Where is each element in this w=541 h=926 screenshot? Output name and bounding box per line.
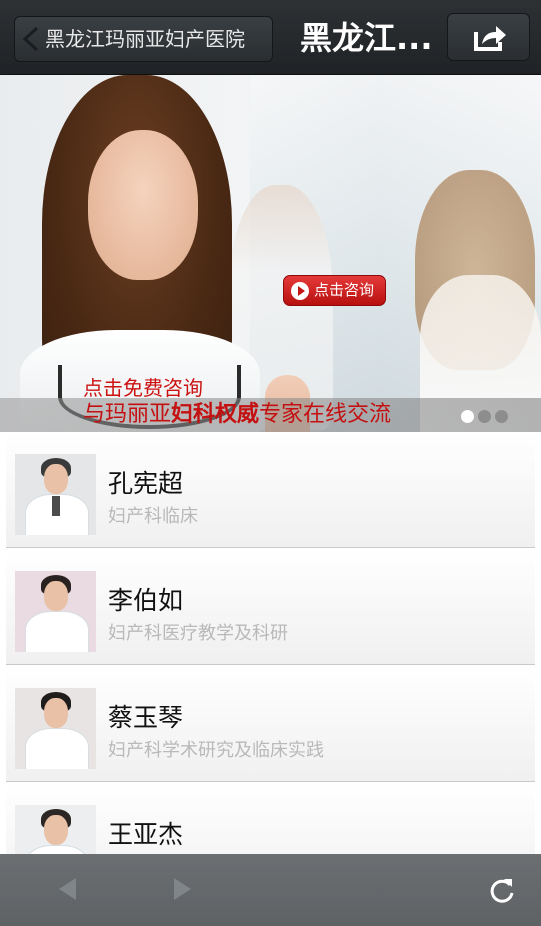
banner-headline-highlight: 妇科权威 <box>171 402 260 427</box>
back-arrow-icon <box>22 26 39 52</box>
play-icon <box>291 282 309 300</box>
promo-banner[interactable]: 点击咨询 点击免费咨询 与玛丽亚妇科权威专家在线交流 <box>0 75 541 432</box>
doctor-list-item[interactable]: 孔宪超 妇产科临床 <box>6 432 535 548</box>
doctor-name: 孔宪超 <box>108 469 184 498</box>
arrow-left-icon[interactable] <box>56 876 78 902</box>
carousel-indicator[interactable] <box>461 408 512 427</box>
banner-headline-part1: 与玛丽亚 <box>83 402 172 427</box>
page-title: 黑龙江... <box>300 19 433 57</box>
banner-photo-doctor-face <box>88 130 198 280</box>
doctor-department: 妇产科学术研究及临床实践 <box>108 740 324 761</box>
consult-button-label: 点击咨询 <box>314 281 375 299</box>
doctor-list-item[interactable]: 李伯如 妇产科医疗教学及科研 <box>6 549 535 665</box>
banner-headline-line1: 点击免费咨询 <box>83 376 203 400</box>
doctor-list: 孔宪超 妇产科临床 李伯如 妇产科医疗教学及科研 蔡玉琴 妇产科学术研究及临床实… <box>0 432 541 854</box>
back-button[interactable]: 黑龙江玛丽亚妇产医院 <box>14 16 273 62</box>
doctor-department: 妇产科医疗教学及科研 <box>108 623 288 644</box>
doctor-avatar <box>15 688 96 769</box>
doctor-list-item[interactable]: 王亚杰 <box>6 783 535 854</box>
doctor-name: 蔡玉琴 <box>108 703 184 732</box>
top-navigation-bar: 黑龙江玛丽亚妇产医院 黑龙江... <box>0 0 541 75</box>
doctor-avatar <box>15 571 96 652</box>
carousel-dot[interactable] <box>461 410 474 423</box>
browser-toolbar <box>0 854 541 926</box>
share-button[interactable] <box>447 13 530 61</box>
consult-button[interactable]: 点击咨询 <box>283 275 386 306</box>
refresh-icon[interactable] <box>489 876 515 904</box>
share-icon <box>474 26 506 51</box>
back-button-label: 黑龙江玛丽亚妇产医院 <box>45 27 245 51</box>
doctor-department: 妇产科临床 <box>108 506 198 527</box>
carousel-dot[interactable] <box>495 410 508 423</box>
doctor-name: 李伯如 <box>108 586 184 615</box>
doctor-avatar <box>15 805 96 854</box>
arrow-right-icon[interactable] <box>172 876 194 902</box>
banner-headline-part2: 专家在线交流 <box>259 402 392 427</box>
doctor-avatar <box>15 454 96 535</box>
carousel-dot[interactable] <box>478 410 491 423</box>
doctor-list-item[interactable]: 蔡玉琴 妇产科学术研究及临床实践 <box>6 666 535 782</box>
doctor-name: 王亚杰 <box>108 820 184 849</box>
banner-headline-line2: 与玛丽亚妇科权威专家在线交流 <box>83 398 391 432</box>
